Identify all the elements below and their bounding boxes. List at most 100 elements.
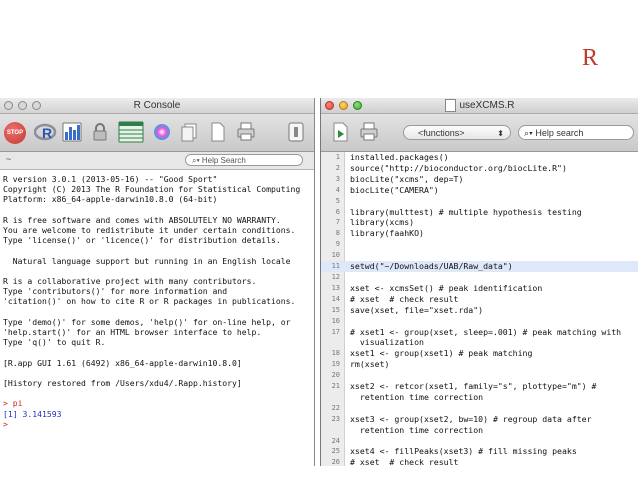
minimize-button[interactable]	[18, 101, 27, 110]
line-number: 16	[331, 316, 340, 325]
functions-dropdown-label: <functions>	[418, 128, 465, 138]
lock-icon[interactable]	[90, 122, 110, 142]
console-title: R Console	[133, 100, 181, 111]
code-text: xset4 <- fillPeaks(xset3) # fill missing…	[350, 446, 577, 457]
console-line: Type 'contributors()' for more informati…	[3, 286, 228, 297]
console-line: R is free software and comes with ABSOLU…	[3, 214, 281, 225]
line-number: 7	[335, 218, 340, 227]
code-line[interactable]: retention time correction	[321, 425, 638, 436]
code-text: # xset # check result	[350, 457, 459, 466]
close-button[interactable]	[4, 101, 13, 110]
code-text: rm(xset)	[350, 359, 390, 370]
line-number: 6	[335, 207, 340, 216]
editor-help-search-field[interactable]: ⌕▾ Help search	[518, 125, 634, 140]
code-text: # xset # check result	[350, 293, 459, 304]
copy-document-icon[interactable]	[180, 122, 200, 142]
code-line[interactable]: 15 save(xset, file="xset.rda")	[321, 305, 638, 316]
code-line[interactable]: 13 xset <- xcmsSet() # peak identificatio…	[321, 283, 638, 294]
code-line[interactable]: 4 biocLite("CAMERA")	[321, 185, 638, 196]
code-text: xset <- xcmsSet() # peak identification	[350, 282, 543, 293]
stop-button[interactable]: STOP	[4, 122, 26, 144]
print-icon[interactable]	[359, 122, 379, 142]
functions-dropdown[interactable]: <functions> ⬍	[403, 125, 511, 140]
chevron-updown-icon: ⬍	[497, 129, 504, 138]
code-line[interactable]: 3 biocLite("xcms", dep=T)	[321, 174, 638, 185]
line-number	[321, 392, 340, 403]
code-text: biocLite("CAMERA")	[350, 184, 439, 195]
code-text: library(faahKO)	[350, 228, 424, 239]
help-search-placeholder: Help Search	[201, 156, 246, 165]
code-text: library(xcms)	[350, 217, 415, 228]
console-input-prompt[interactable]: >	[3, 419, 8, 429]
console-line: Type 'license()' or 'licence()' for dist…	[3, 235, 281, 246]
code-text: xset2 <- retcor(xset1, family="s", plott…	[350, 381, 597, 392]
code-line[interactable]: 7 library(xcms)	[321, 217, 638, 228]
line-number: 10	[331, 251, 340, 260]
line-number: 9	[335, 240, 340, 249]
code-line[interactable]: 23 xset3 <- group(xset2, bw=10) # regroup…	[321, 414, 638, 425]
editor-title: useXCMS.R	[459, 100, 515, 111]
console-line: Type 'demo()' for some demos, 'help()' f…	[3, 316, 291, 327]
code-line[interactable]: 6 library(multtest) # multiple hypothesis…	[321, 207, 638, 218]
line-number: 14	[331, 294, 340, 303]
data-editor-icon[interactable]	[118, 121, 144, 143]
code-line[interactable]: 12	[321, 272, 638, 283]
console-line: R is a collaborative project with many c…	[3, 276, 257, 287]
close-button[interactable]	[325, 101, 334, 110]
print-icon[interactable]	[236, 122, 256, 142]
document-icon	[445, 98, 457, 112]
line-number: 20	[331, 371, 340, 380]
code-line[interactable]: 16	[321, 316, 638, 327]
code-line[interactable]: 10	[321, 250, 638, 261]
line-number: 3	[335, 174, 340, 183]
code-text: installed.packages()	[350, 152, 449, 162]
line-number: 19	[331, 360, 340, 369]
code-line[interactable]: visualization	[321, 337, 638, 348]
line-number: 21	[331, 382, 340, 391]
line-number: 23	[331, 414, 340, 423]
minimize-button[interactable]	[339, 101, 348, 110]
console-line: [R.app GUI 1.61 (6492) x86_64-apple-darw…	[3, 357, 242, 368]
code-line[interactable]: 21 xset2 <- retcor(xset1, family="s", plo…	[321, 381, 638, 392]
line-number: 13	[331, 283, 340, 292]
code-line[interactable]: 24	[321, 436, 638, 447]
console-line: R version 3.0.1 (2013-05-16) -- "Good Sp…	[3, 174, 218, 184]
r-logo-icon[interactable]: R	[34, 122, 58, 142]
code-line[interactable]: 14 # xset # check result	[321, 294, 638, 305]
new-document-icon[interactable]	[208, 122, 228, 142]
line-number: 8	[335, 229, 340, 238]
console-line: Type 'q()' to quit R.	[3, 337, 106, 348]
code-text: visualization	[350, 337, 424, 348]
code-line[interactable]: 1 installed.packages()	[321, 152, 638, 163]
code-line[interactable]: 9	[321, 239, 638, 250]
slide-title: R	[582, 45, 599, 71]
code-text: library(multtest) # multiple hypothesis …	[350, 206, 582, 217]
help-search-field[interactable]: ⌕▾ Help Search	[185, 154, 303, 166]
console-output[interactable]: R version 3.0.1 (2013-05-16) -- "Good Sp…	[0, 170, 314, 429]
code-text: xset1 <- group(xset1) # peak matching	[350, 348, 533, 359]
code-line[interactable]: 20	[321, 370, 638, 381]
code-line[interactable]: 26 # xset # check result	[321, 457, 638, 466]
code-line[interactable]: 18 xset1 <- group(xset1) # peak matching	[321, 348, 638, 359]
code-line[interactable]: 19 rm(xset)	[321, 359, 638, 370]
zoom-button[interactable]	[32, 101, 41, 110]
code-line[interactable]: 11 setwd("~/Downloads/UAB/Raw_data")	[321, 261, 638, 272]
code-line[interactable]: 8 library(faahKO)	[321, 228, 638, 239]
color-wheel-icon[interactable]	[152, 122, 172, 142]
code-line[interactable]: 17 # xset1 <- group(xset, sleep=.001) # p…	[321, 327, 638, 338]
sidebar-toggle-icon[interactable]	[288, 122, 304, 142]
code-editor[interactable]: 1 installed.packages() 2 source("http://bio…	[321, 152, 638, 466]
code-line[interactable]: 25 xset4 <- fillPeaks(xset3) # fill missi…	[321, 446, 638, 457]
console-line: 'help.start()' for an HTML browser inter…	[3, 327, 262, 338]
code-line[interactable]: 2 source("http://bioconductor.org/biocLit…	[321, 163, 638, 174]
run-script-icon[interactable]	[331, 122, 351, 142]
code-line[interactable]: 22	[321, 403, 638, 414]
bar-chart-icon[interactable]	[62, 122, 82, 142]
zoom-button[interactable]	[353, 101, 362, 110]
code-line[interactable]: retention time correction	[321, 392, 638, 403]
code-line[interactable]: 5	[321, 196, 638, 207]
